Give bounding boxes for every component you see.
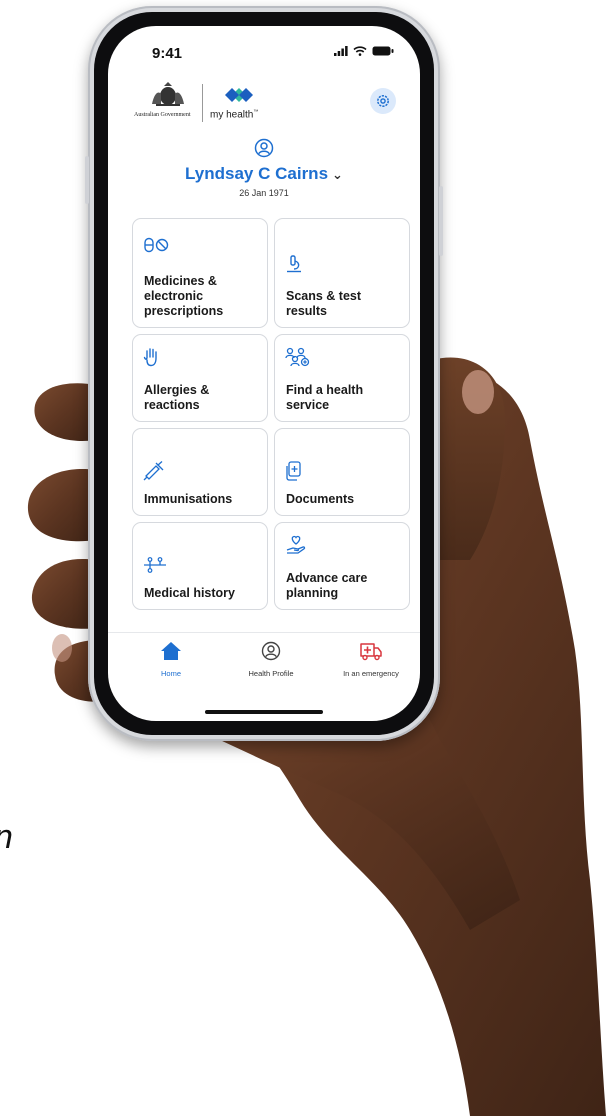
- tile-medicines-label: Medicines & electronic prescriptions: [144, 274, 224, 318]
- home-indicator: [205, 710, 323, 714]
- tile-allergies[interactable]: Allergies & reactions: [132, 334, 268, 422]
- timeline-icon: [144, 557, 166, 573]
- pills-icon: [144, 237, 169, 253]
- phone-side-button: [85, 156, 89, 204]
- document-plus-icon: [286, 461, 301, 481]
- tile-find-health-service[interactable]: Find a health service: [274, 334, 410, 422]
- nav-health-profile[interactable]: Health Profile: [226, 641, 316, 678]
- wifi-icon: [353, 46, 367, 56]
- status-bar: 9:41: [108, 26, 420, 72]
- background-partial-text: n: [0, 818, 13, 857]
- profile-icon: [261, 641, 281, 661]
- tile-scans-label: Scans & test results: [286, 289, 362, 318]
- tile-medicines[interactable]: Medicines & electronic prescriptions: [132, 218, 268, 328]
- tile-advance-care-planning-label: Advance care planning: [286, 571, 368, 600]
- tile-documents[interactable]: Documents: [274, 428, 410, 516]
- profile-name: Lyndsay C Cairns: [185, 164, 329, 183]
- home-icon: [161, 642, 181, 660]
- profile-avatar-icon: [254, 138, 274, 163]
- syringe-icon: [143, 461, 164, 481]
- battery-icon: [372, 46, 394, 56]
- hand-icon: [143, 348, 157, 367]
- nav-health-profile-label: Health Profile: [248, 669, 294, 678]
- tile-medical-history-label: Medical history: [144, 586, 235, 600]
- people-search-icon: [285, 347, 310, 367]
- tile-medical-history[interactable]: Medical history: [132, 522, 268, 610]
- phone-frame: 9:41 Australian Government my health™ Ly…: [85, 6, 443, 741]
- nav-home[interactable]: Home: [126, 641, 216, 678]
- gear-icon: [377, 95, 389, 107]
- tile-documents-label: Documents: [286, 492, 355, 506]
- brand-divider: [202, 84, 203, 122]
- status-time: 9:41: [152, 45, 183, 62]
- settings-button[interactable]: [370, 88, 396, 114]
- brand-header: Australian Government my health™: [134, 82, 334, 124]
- ambulance-icon: [360, 643, 382, 661]
- status-icons: [334, 46, 394, 56]
- nav-emergency-label: In an emergency: [343, 669, 399, 678]
- phone-bezel: 9:41 Australian Government my health™ Ly…: [94, 12, 434, 735]
- my-health-logo-icon: [225, 88, 253, 102]
- profile-dob: 26 Jan 1971: [239, 188, 289, 198]
- tile-allergies-label: Allergies & reactions: [144, 383, 210, 412]
- heart-hand-icon: [286, 535, 306, 554]
- tile-advance-care-planning[interactable]: Advance care planning: [274, 522, 410, 610]
- tile-find-health-service-label: Find a health service: [286, 383, 364, 412]
- tile-scans[interactable]: Scans & test results: [274, 218, 410, 328]
- signal-icon: [334, 46, 348, 56]
- chevron-down-icon: ⌄: [332, 167, 343, 182]
- app-name: my health™: [210, 109, 259, 121]
- tile-immunisations-label: Immunisations: [144, 492, 233, 506]
- nav-home-label: Home: [160, 669, 181, 678]
- tile-immunisations[interactable]: Immunisations: [132, 428, 268, 516]
- microscope-icon: [287, 255, 301, 273]
- australian-coat-of-arms-icon: [152, 82, 184, 106]
- bottom-navigation: Home Health Profile In an emergency: [108, 632, 420, 703]
- profile-switcher[interactable]: Lyndsay C Cairns ⌄: [108, 164, 420, 184]
- government-label: Australian Government: [134, 112, 191, 118]
- phone-side-button: [439, 186, 443, 256]
- phone-screen: 9:41 Australian Government my health™ Ly…: [108, 26, 420, 721]
- nav-emergency[interactable]: In an emergency: [326, 641, 416, 678]
